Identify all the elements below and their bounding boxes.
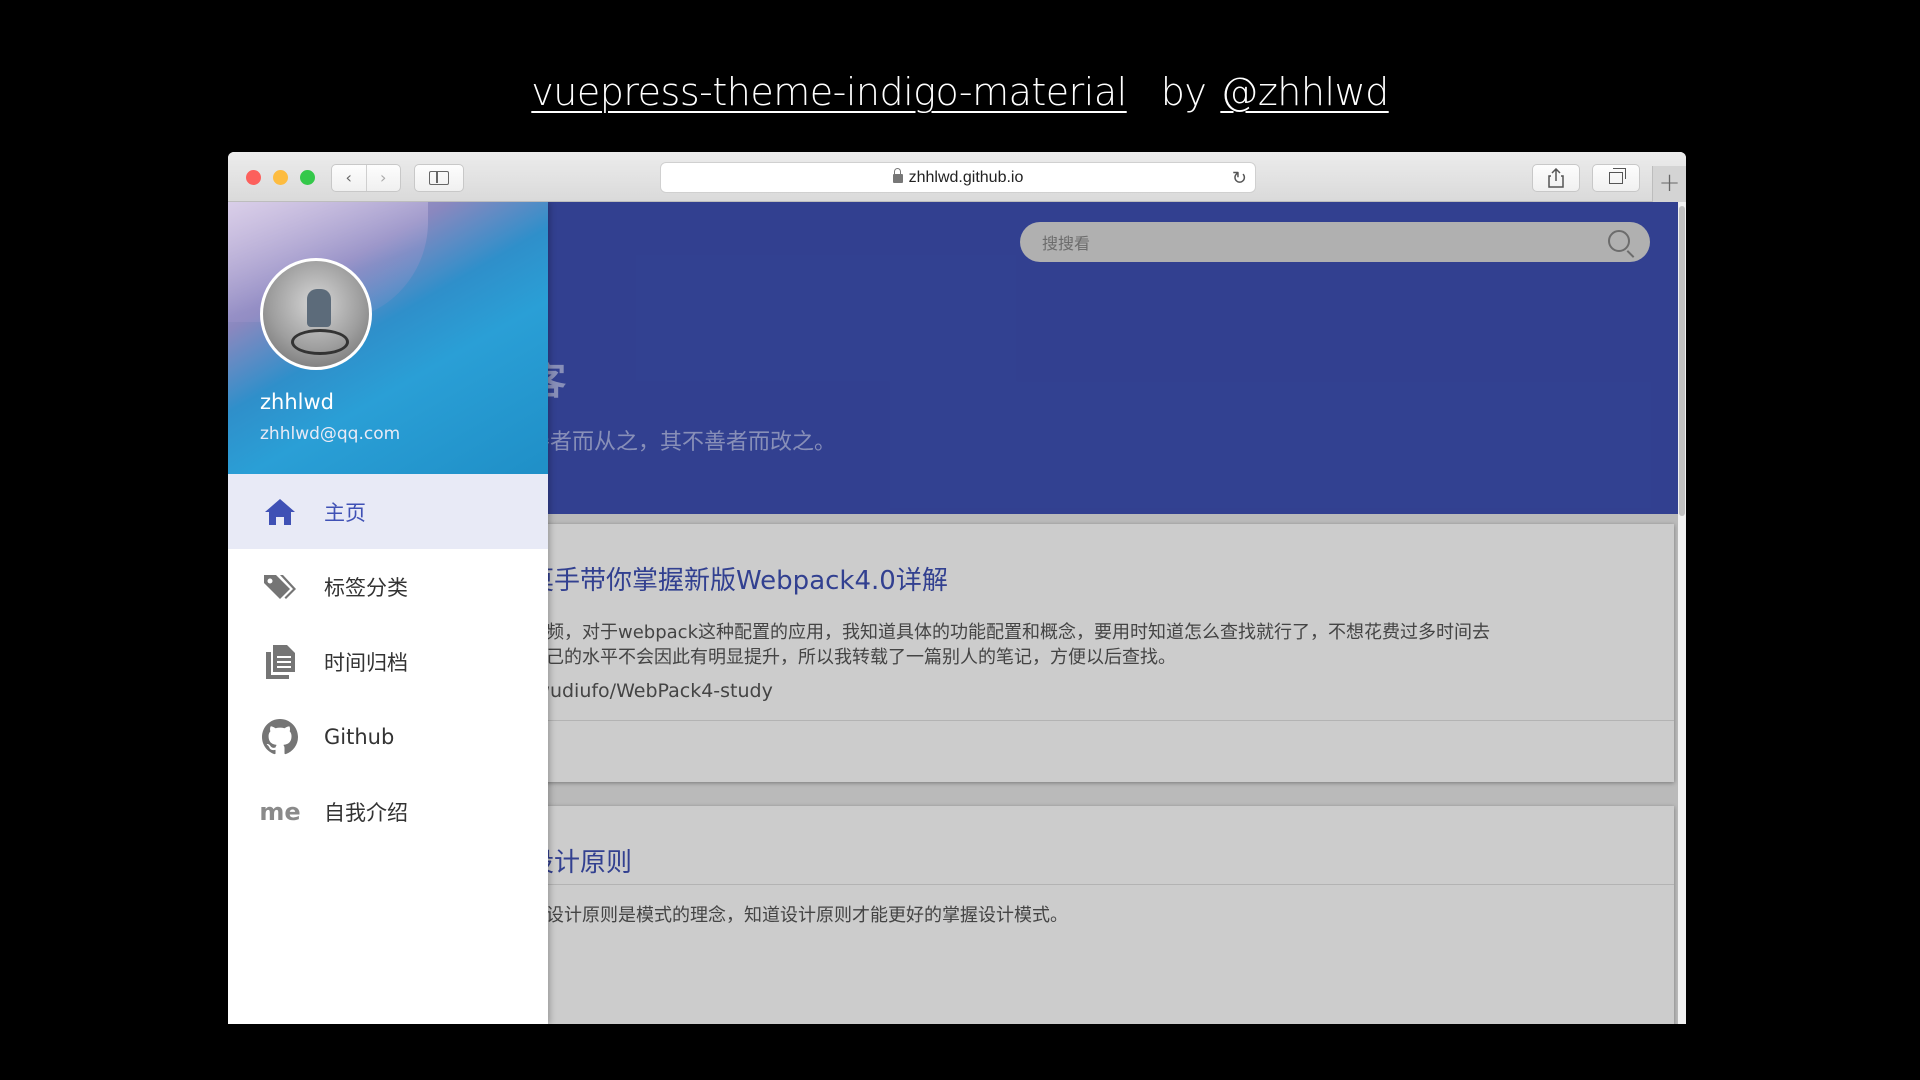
by-text: by [1160,70,1207,114]
navigation-drawer: zhhlwd zhhlwd@qq.com 主页 标签分类 时间归档 Github… [228,202,548,1024]
drawer-header: zhhlwd zhhlwd@qq.com [228,202,548,474]
new-tab-button[interactable]: + [1652,166,1686,202]
me-icon: me [259,797,301,826]
forward-button[interactable]: › [365,165,401,191]
page-viewport: 搜搜看 客 善者而从之，其不善者而改之。 莫手带你掌握新版Webpack4.0详… [228,202,1686,1024]
user-name: zhhlwd [260,390,334,414]
slide-caption: vuepress-theme-indigo-material by @zhhlwd [0,70,1920,114]
drawer-item-label: 主页 [324,500,366,525]
drawer-item-about[interactable]: me 自我介绍 [228,774,548,849]
page-scrollbar[interactable] [1678,202,1686,1024]
url-text: zhhlwd.github.io [908,168,1024,186]
sidebar-icon [429,171,449,185]
drawer-menu: 主页 标签分类 时间归档 Github me 自我介绍 [228,474,548,849]
show-tabs-button[interactable] [1592,164,1640,192]
avatar [260,258,372,370]
reload-icon[interactable]: ↻ [1232,168,1247,189]
tabs-icon [1609,168,1626,184]
minimize-window-button[interactable] [273,170,288,185]
address-bar[interactable]: zhhlwd.github.io ↻ [660,162,1256,193]
tags-icon [260,567,300,607]
theme-link[interactable]: vuepress-theme-indigo-material [531,70,1127,114]
share-button[interactable] [1532,164,1580,192]
drawer-item-archive[interactable]: 时间归档 [228,624,548,699]
fullscreen-window-button[interactable] [300,170,315,185]
drawer-item-label: 时间归档 [324,650,408,675]
drawer-item-tags[interactable]: 标签分类 [228,549,548,624]
browser-window: ‹ › zhhlwd.github.io ↻ + 搜搜看 客 善者而从之，其不善… [228,152,1686,1024]
browser-toolbar: ‹ › zhhlwd.github.io ↻ + [228,152,1686,202]
scroll-thumb[interactable] [1679,206,1685,516]
drawer-item-home[interactable]: 主页 [228,474,548,549]
github-icon [260,717,300,757]
drawer-item-github[interactable]: Github [228,699,548,774]
close-window-button[interactable] [246,170,261,185]
archive-icon [260,642,300,682]
nav-buttons: ‹ › [331,164,401,192]
share-icon [1548,168,1564,188]
sidebar-toggle-button[interactable] [414,164,464,192]
drawer-item-label: Github [324,724,395,749]
author-link[interactable]: @zhhlwd [1220,70,1389,114]
home-icon [260,492,300,532]
back-button[interactable]: ‹ [332,165,366,191]
drawer-item-label: 标签分类 [324,575,408,600]
drawer-item-label: 自我介绍 [324,800,408,825]
lock-icon [892,168,903,183]
user-email: zhhlwd@qq.com [260,424,401,444]
